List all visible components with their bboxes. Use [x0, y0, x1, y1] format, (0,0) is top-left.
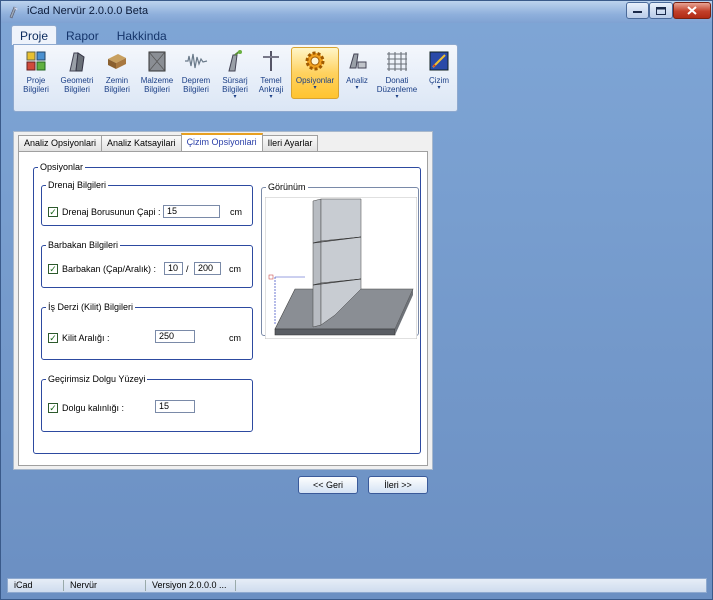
tab-drawing-options[interactable]: Çizim Opsiyonlari [180, 133, 263, 151]
status-app: iCad [8, 580, 64, 591]
project-info-label: Proje Bilgileri [23, 76, 49, 94]
ribbon-tab-rapor[interactable]: Rapor [57, 25, 108, 45]
tab-analysis-options[interactable]: Analiz Opsiyonlari [18, 135, 103, 151]
joint-group-title: İş Derzi (Kilit) Bilgileri [48, 302, 134, 312]
tab-advanced-settings[interactable]: Ileri Ayarlar [261, 135, 319, 151]
minimize-icon [633, 10, 642, 13]
fill-label: Dolgu kalınlığı : [62, 403, 125, 413]
weephole-label: Barbakan (Çap/Aralık) : [62, 264, 157, 274]
soil-button[interactable]: Zemin Bilgileri [100, 48, 134, 108]
material-button[interactable]: Malzeme Bilgileri [138, 48, 176, 108]
options-label: Opsiyonlar [295, 76, 335, 85]
window-title: iCad Nervür 2.0.0.0 Beta [27, 5, 149, 17]
anchor-button[interactable]: Temel Ankraji ▾ [254, 48, 288, 108]
close-button[interactable] [673, 2, 711, 19]
options-group-title: Opsiyonlar [40, 162, 84, 172]
title-bar[interactable]: iCad Nervür 2.0.0.0 Beta [1, 1, 712, 23]
drawing-label: Çizim [429, 76, 449, 85]
analysis-dropdown-icon[interactable]: ▾ [355, 85, 358, 92]
drainage-group: Drenaj Bilgileri [41, 180, 253, 226]
status-module: Nervür [64, 580, 146, 591]
fill-thickness-input[interactable]: 15 [155, 400, 195, 413]
fill-group-title: Geçirimsiz Dolgu Yüzeyi [48, 374, 146, 384]
gear-icon [305, 51, 325, 71]
surcharge-label: Sürsarj Bilgileri [222, 76, 248, 94]
drainage-label: Drenaj Borusunun Çapi : [62, 207, 161, 217]
app-logo-icon [9, 6, 18, 19]
fill-checkbox[interactable]: ✓ [48, 403, 58, 413]
drawing-dropdown-icon[interactable]: ▾ [437, 85, 440, 92]
geometry-label: Geometri Bilgileri [60, 76, 94, 94]
project-info-icon [26, 51, 46, 71]
analysis-button[interactable]: Analiz ▾ [342, 48, 372, 108]
soil-label: Zemin Bilgileri [104, 76, 130, 94]
status-bar: iCad Nervür Versiyon 2.0.0.0 ... [7, 578, 707, 593]
joint-checkbox[interactable]: ✓ [48, 333, 58, 343]
joint-unit: cm [229, 333, 241, 343]
rebar-icon [387, 52, 407, 71]
soil-icon [108, 54, 126, 69]
weephole-separator: / [186, 264, 189, 274]
drawing-icon [429, 51, 449, 71]
tab-content: Opsiyonlar Drenaj Bilgileri ✓ Drenaj Bor… [18, 151, 428, 466]
close-icon [687, 6, 697, 15]
geometry-button[interactable]: Geometri Bilgileri [58, 48, 96, 108]
material-label: Malzeme Bilgileri [140, 76, 174, 94]
rebar-label: Donati Düzenleme [376, 76, 418, 94]
earthquake-button[interactable]: Deprem Bilgileri [178, 48, 214, 108]
weephole-spacing-input[interactable]: 200 [194, 262, 221, 275]
next-button[interactable]: İleri >> [368, 476, 428, 494]
rebar-dropdown-icon[interactable]: ▾ [395, 94, 398, 101]
minimize-button[interactable] [626, 2, 649, 19]
material-icon [148, 51, 166, 72]
weephole-group-title: Barbakan Bilgileri [48, 240, 119, 250]
surcharge-button[interactable]: Sürsarj Bilgileri ▾ [217, 48, 253, 108]
wall-preview-image [265, 197, 417, 339]
ribbon-tab-strip: Proje Rapor Hakkinda [11, 25, 176, 45]
analysis-icon [349, 53, 367, 69]
options-dropdown-icon[interactable]: ▾ [313, 85, 316, 92]
weephole-checkbox[interactable]: ✓ [48, 264, 58, 274]
drainage-group-title: Drenaj Bilgileri [48, 180, 107, 190]
back-button[interactable]: << Geri [298, 476, 358, 494]
options-tab-strip: Analiz Opsiyonlari Analiz Katsayilari Çi… [18, 133, 319, 152]
status-version: Versiyon 2.0.0.0 ... [146, 580, 236, 591]
analysis-label: Analiz [346, 76, 368, 85]
drainage-diameter-input[interactable]: 15 [163, 205, 220, 218]
geometry-icon [69, 52, 85, 72]
view-group-title: Görünüm [268, 182, 306, 192]
ribbon-toolbar: Proje Bilgileri Geometri Bilgileri Zemin… [13, 44, 458, 112]
surcharge-icon [228, 50, 242, 72]
maximize-button[interactable] [649, 2, 673, 19]
ribbon-tab-proje[interactable]: Proje [11, 25, 58, 45]
drainage-checkbox[interactable]: ✓ [48, 207, 58, 217]
surcharge-dropdown-icon[interactable]: ▾ [233, 94, 236, 101]
earthquake-icon [185, 53, 208, 69]
joint-group: İş Derzi (Kilit) Bilgileri [41, 302, 253, 360]
maximize-icon [656, 6, 666, 15]
tab-analysis-coefficients[interactable]: Analiz Katsayilari [101, 135, 182, 151]
weephole-diameter-input[interactable]: 10 [164, 262, 183, 275]
drainage-unit: cm [230, 207, 242, 217]
anchor-dropdown-icon[interactable]: ▾ [269, 94, 272, 101]
joint-spacing-input[interactable]: 250 [155, 330, 195, 343]
application-window: iCad Nervür 2.0.0.0 Beta Proje Rapor Hak… [0, 0, 713, 600]
drawing-button[interactable]: Çizim ▾ [424, 48, 454, 108]
anchor-label: Temel Ankraji [258, 76, 284, 94]
rebar-button[interactable]: Donati Düzenleme ▾ [374, 48, 420, 108]
project-info-button[interactable]: Proje Bilgileri [20, 48, 52, 108]
anchor-icon [263, 51, 279, 71]
joint-label: Kilit Aralığı : [62, 333, 110, 343]
options-button[interactable]: Opsiyonlar ▾ [291, 47, 339, 99]
options-panel: Analiz Opsiyonlari Analiz Katsayilari Çi… [13, 131, 433, 470]
weephole-unit: cm [229, 264, 241, 274]
ribbon-tab-hakkinda[interactable]: Hakkinda [108, 25, 176, 45]
earthquake-label: Deprem Bilgileri [181, 76, 211, 94]
